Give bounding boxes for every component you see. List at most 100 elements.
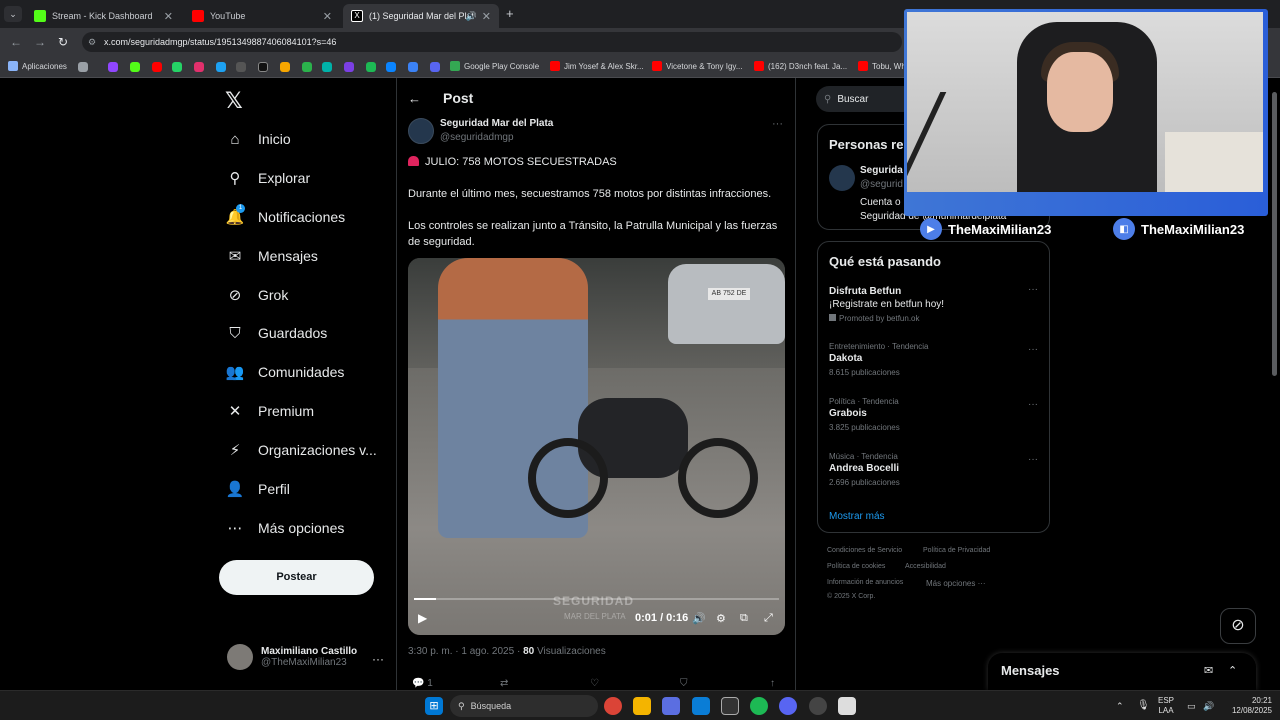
language-indicator[interactable]: ESP LAA [1158, 696, 1174, 716]
bookmark-discord-icon[interactable] [430, 62, 440, 72]
sidebar-item-guardados[interactable]: ⛉ Guardados [226, 324, 327, 342]
bookmark-jim-yosef[interactable]: Jim Yosef & Alex Skr... [550, 61, 644, 71]
footer-more-link[interactable]: Más opciones ··· [926, 579, 986, 588]
more-icon[interactable]: ··· [772, 118, 783, 130]
bookmark-whatsapp-icon[interactable] [172, 62, 182, 72]
bookmark-youtube-icon[interactable] [152, 62, 162, 72]
microphone-icon[interactable]: 🎙 [1137, 701, 1150, 711]
trend-item[interactable]: Política · Tendencia Grabois 3.825 publi… [829, 397, 1039, 432]
footer-link[interactable]: Accesibilidad [905, 563, 946, 570]
repost-icon[interactable]: ⇄ [500, 678, 508, 689]
sidebar-item-grok[interactable]: ⊘ Grok [226, 286, 289, 304]
site-info-icon[interactable]: ⚙ [88, 37, 96, 48]
reload-icon[interactable]: ↻ [58, 35, 68, 49]
tab-kick[interactable]: Stream - Kick Dashboard ✕ [26, 4, 181, 28]
bookmark-kick-icon[interactable] [130, 62, 140, 72]
chrome-icon[interactable] [604, 697, 622, 715]
sidebar-item-organizaciones[interactable]: ⚡ Organizaciones v... [226, 441, 377, 459]
share-icon[interactable]: ↑ [770, 678, 775, 689]
trend-item[interactable]: Disfruta Betfun ¡Registrate en betfun ho… [829, 284, 1039, 323]
bookmark-square-icon[interactable] [322, 62, 332, 72]
like-icon[interactable]: ♡ [590, 678, 599, 689]
grok-button[interactable]: ⊘ [1220, 608, 1256, 644]
volume-icon[interactable]: 🔊 [692, 612, 706, 625]
sidebar-item-inicio[interactable]: ⌂ Inicio [226, 130, 290, 148]
bookmark-m2-icon[interactable] [408, 62, 418, 72]
app-icon[interactable] [838, 697, 856, 715]
sidebar-item-mensajes[interactable]: ✉ Mensajes [226, 247, 318, 265]
more-icon[interactable]: ··· [1028, 284, 1038, 295]
show-more-link[interactable]: Mostrar más [829, 511, 885, 522]
trend-item[interactable]: Música · Tendencia Andrea Bocelli 2.696 … [829, 452, 1039, 487]
sidebar-item-comunidades[interactable]: 👥 Comunidades [226, 363, 345, 381]
more-icon[interactable]: ··· [1028, 344, 1038, 355]
display-icon[interactable]: ▭ [1187, 701, 1196, 711]
tab-search-button[interactable]: ⌄ [4, 6, 22, 22]
reply-icon[interactable]: 💬 1 [412, 678, 433, 689]
back-arrow-icon[interactable]: ← [10, 35, 22, 49]
sidebar-item-explorar[interactable]: ⚲ Explorar [226, 169, 311, 187]
video-progress-bar[interactable] [414, 598, 779, 600]
bookmark-green-icon[interactable] [366, 62, 376, 72]
sidebar-item-mas-opciones[interactable]: ⋯ Más opciones [226, 519, 345, 537]
url-text[interactable]: x.com/seguridadmgp/status/19513498874060… [104, 37, 336, 47]
bookmark-vicetone[interactable]: Vicetone & Tony Igy... [652, 61, 743, 71]
scrollbar[interactable] [1272, 92, 1277, 376]
capcut-icon[interactable] [721, 697, 739, 715]
footer-link[interactable]: Política de Privacidad [923, 547, 990, 554]
calculator-icon[interactable] [692, 697, 710, 715]
clock[interactable]: 20:21 12/08/2025 [1222, 696, 1272, 716]
windows-start-icon[interactable]: ⊞ [425, 697, 443, 715]
bookmark-d3nch[interactable]: (162) D3nch feat. Ja... [754, 61, 847, 71]
bookmark-tobu[interactable]: Tobu, Wh [858, 61, 906, 71]
author-name[interactable]: Seguridad Mar del Plata [440, 118, 553, 129]
account-switcher[interactable]: Maximiliano Castillo @TheMaxiMilian23 [227, 644, 357, 670]
post-button[interactable]: Postear [219, 560, 374, 595]
discord-icon[interactable] [779, 697, 797, 715]
bookmark-instagram-icon[interactable] [194, 62, 204, 72]
related-name[interactable]: Segurida [860, 165, 903, 176]
store-icon[interactable] [662, 697, 680, 715]
sidebar-item-perfil[interactable]: 👤 Perfil [226, 480, 290, 498]
speaker-icon[interactable]: 🔊 [466, 11, 477, 22]
bookmark-triangle-icon[interactable] [302, 62, 312, 72]
bookmark-google-play[interactable]: Google Play Console [450, 61, 539, 71]
obs-icon[interactable] [809, 697, 827, 715]
bookmark-tiktok-icon[interactable] [258, 62, 268, 72]
new-message-icon[interactable]: ✉ [1204, 664, 1213, 677]
forward-arrow-icon[interactable]: → [34, 35, 46, 49]
close-icon[interactable]: ✕ [323, 10, 332, 23]
sidebar-item-premium[interactable]: ✕ Premium [226, 402, 314, 420]
bookmark-blue-icon[interactable] [386, 62, 396, 72]
volume-icon[interactable]: 🔊 [1203, 701, 1214, 711]
tab-x-post[interactable]: X (1) Seguridad Mar del Plata 🔊 ✕ [343, 4, 499, 28]
trend-item[interactable]: Entretenimiento · Tendencia Dakota 8.615… [829, 342, 1039, 377]
bookmark-grid-icon[interactable] [78, 62, 88, 72]
footer-link[interactable]: Política de cookies [827, 563, 885, 570]
bookmark-twitch-icon[interactable] [108, 62, 118, 72]
new-tab-button[interactable]: + [506, 6, 514, 21]
footer-link[interactable]: Información de anuncios [827, 579, 903, 586]
bookmark-icon[interactable]: ⛉ [680, 678, 688, 689]
bookmark-plus-icon[interactable] [216, 62, 226, 72]
taskbar-search-input[interactable]: ⚲ Búsqueda [450, 695, 598, 717]
fullscreen-icon[interactable]: ⤢ [764, 612, 773, 625]
chevron-up-icon[interactable]: ⌃ [1116, 701, 1124, 711]
play-icon[interactable]: ▶ [418, 611, 427, 625]
spotify-icon[interactable] [750, 697, 768, 715]
more-icon[interactable]: ··· [1028, 454, 1038, 465]
search-input[interactable]: ⚲ Buscar [816, 86, 916, 112]
messages-drawer[interactable]: Mensajes ✉ ⌃ [988, 653, 1256, 690]
author-avatar[interactable] [408, 118, 434, 144]
author-handle[interactable]: @seguridadmgp [440, 132, 514, 143]
close-icon[interactable]: ✕ [482, 10, 491, 23]
pip-icon[interactable]: ⧉ [740, 612, 748, 625]
x-logo-icon[interactable]: 𝕏 [225, 88, 243, 114]
video-player[interactable]: AB 752 DE SEGURIDAD MAR DEL PLATA ▶ 0:01… [408, 258, 785, 635]
bookmark-m-icon[interactable] [344, 62, 354, 72]
bookmark-check-icon[interactable] [236, 62, 246, 72]
folder-icon[interactable] [633, 697, 651, 715]
chevron-up-icon[interactable]: ⌃ [1228, 664, 1237, 677]
footer-link[interactable]: Condiciones de Servicio [827, 547, 902, 554]
more-icon[interactable]: ··· [372, 652, 384, 666]
